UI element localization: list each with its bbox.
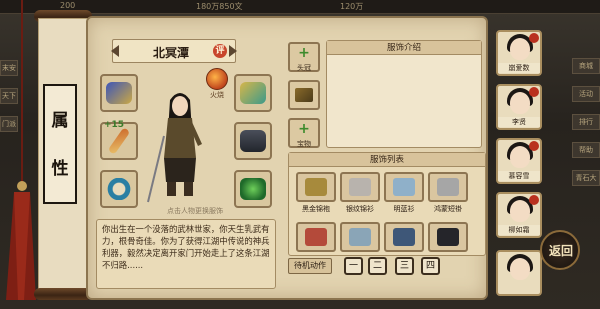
- plus-icon: +: [298, 121, 310, 137]
- costume-item-2[interactable]: [340, 172, 380, 202]
- necklace-icon: [106, 82, 132, 104]
- portrait-1-name: 崩爱数: [498, 63, 540, 73]
- scroll-title-char-1: 属: [51, 111, 69, 131]
- portrait-1[interactable]: 崩爱数: [496, 30, 542, 76]
- robe-icon: [305, 178, 327, 196]
- equip-slot-necklace[interactable]: [100, 74, 138, 112]
- cape-icon: [437, 228, 459, 246]
- portrait-4[interactable]: 柳如霜: [496, 192, 542, 238]
- idle-action-button[interactable]: 待机动作: [288, 258, 332, 274]
- costume-item-5[interactable]: [296, 222, 336, 252]
- equip-slot-jade[interactable]: [234, 170, 272, 208]
- armor-icon: [240, 130, 266, 152]
- heart-icon: [529, 33, 539, 43]
- headgear-label: 头冠: [297, 64, 311, 72]
- portrait-5[interactable]: [496, 250, 542, 296]
- portrait-4-name: 柳如霜: [498, 225, 540, 235]
- character-name: 北冥潭: [152, 46, 189, 60]
- weapon-icon: [107, 127, 131, 155]
- portrait-3-name: 慕容雪: [498, 171, 540, 181]
- next-character-arrow[interactable]: [229, 45, 237, 57]
- jade-icon: [240, 178, 266, 200]
- tassel-decoration: [6, 0, 36, 300]
- back-button-label: 返回: [548, 244, 573, 258]
- costume-item-1[interactable]: [296, 172, 336, 202]
- right-tab-2[interactable]: 排行: [572, 114, 600, 130]
- robe-icon: [305, 228, 327, 246]
- resource-value-left: 200: [60, 1, 76, 10]
- equip-slot-ring[interactable]: [234, 74, 272, 112]
- scroll-title-box: 属 性: [43, 84, 77, 204]
- ring-icon: [240, 82, 266, 104]
- page-button-3[interactable]: 三: [395, 257, 414, 275]
- shirt-icon: [349, 228, 371, 246]
- clothing-button[interactable]: [288, 80, 320, 110]
- scroll-title-char-2: 性: [51, 159, 69, 179]
- character-name-banner: 北冥潭 评: [111, 39, 237, 63]
- equip-slot-armor[interactable]: [234, 122, 272, 160]
- prev-character-arrow[interactable]: [111, 45, 119, 57]
- heart-icon: [529, 195, 539, 205]
- resource-value-right: 120万: [340, 2, 364, 11]
- costume-item-3[interactable]: [384, 172, 424, 202]
- avatar-face: [510, 258, 530, 280]
- list-title: 服饰列表: [289, 153, 485, 167]
- avatar-face: [510, 38, 530, 60]
- page-button-4[interactable]: 四: [421, 257, 440, 275]
- costume-item-3-label: 明蓝衫: [393, 205, 415, 213]
- scroll-rod-bottom: [34, 288, 92, 300]
- portrait-2[interactable]: 李贤: [496, 84, 542, 130]
- costume-item-4[interactable]: [428, 172, 468, 202]
- right-tab-0[interactable]: 商城: [572, 58, 600, 74]
- costume-item-4-label: 鸿蒙短褂: [434, 205, 462, 213]
- character-description: 你出生在一个没落的武林世家，你天生乳武有力，根骨奇佳。你为了获得江湖中传说的神兵…: [96, 219, 276, 289]
- rating-badge[interactable]: 评: [213, 44, 227, 58]
- intro-title: 服饰介绍: [327, 41, 481, 55]
- armor-icon: [393, 228, 415, 246]
- right-edge-tabs: 商城 活动 排行 帮助 青石大: [572, 58, 600, 198]
- portrait-2-name: 李贤: [498, 117, 540, 127]
- page-button-1[interactable]: 一: [344, 257, 363, 275]
- plus-icon: +: [298, 45, 310, 61]
- right-tab-3[interactable]: 帮助: [572, 142, 600, 158]
- costume-item-8[interactable]: [428, 222, 468, 252]
- enhance-badge: +15: [104, 120, 125, 130]
- right-tab-1[interactable]: 活动: [572, 86, 600, 102]
- equip-slot-bracelet[interactable]: [100, 170, 138, 208]
- heart-icon: [529, 141, 539, 151]
- costume-item-6[interactable]: [340, 222, 380, 252]
- right-tab-4[interactable]: 青石大: [572, 170, 600, 186]
- avatar-face: [510, 146, 530, 168]
- costume-item-7[interactable]: [384, 222, 424, 252]
- avatar-face: [510, 200, 530, 222]
- jacket-icon: [437, 178, 459, 196]
- shirt-icon: [349, 178, 371, 196]
- change-costume-hint: 点击人物更换服饰: [167, 207, 223, 215]
- resource-value-mid: 180万850文: [196, 2, 243, 11]
- costume-item-2-label: 银纹锦衫: [346, 205, 374, 213]
- avatar-face: [510, 92, 530, 114]
- character-figure[interactable]: [140, 86, 220, 204]
- back-button[interactable]: 返回: [540, 230, 580, 270]
- page-button-2[interactable]: 二: [368, 257, 387, 275]
- costume-intro-box: 服饰介绍: [326, 40, 482, 148]
- portrait-3[interactable]: 慕容雪: [496, 138, 542, 184]
- heart-icon: [529, 87, 539, 97]
- bracelet-icon: [106, 178, 132, 200]
- shirt-icon: [393, 178, 415, 196]
- costume-item-1-label: 黑金锦袍: [302, 205, 330, 213]
- clothing-icon: [295, 88, 313, 102]
- treasure-label: 宝物: [297, 140, 311, 148]
- equip-slot-weapon[interactable]: +15: [100, 120, 138, 160]
- attribute-scroll[interactable]: 属 性: [34, 10, 92, 300]
